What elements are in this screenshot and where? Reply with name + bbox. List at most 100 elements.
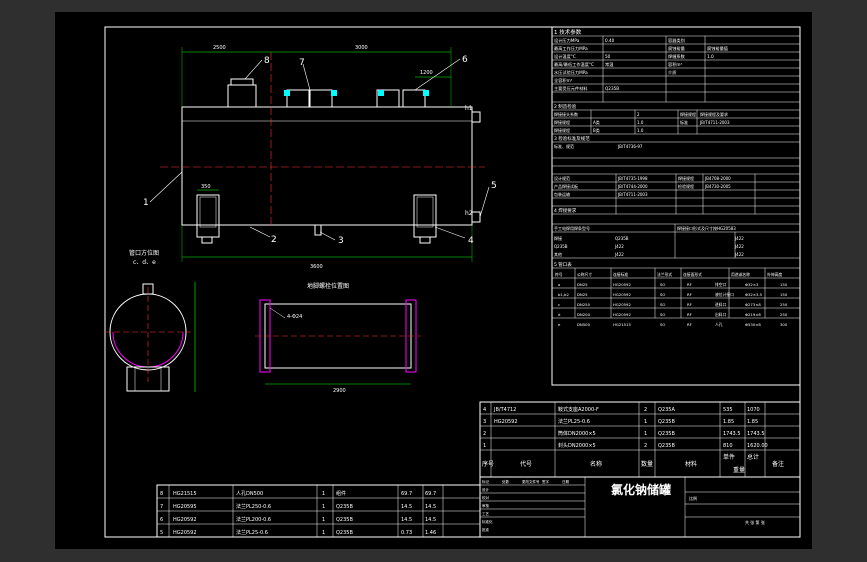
- parts-header-cell: 名称: [590, 460, 602, 468]
- nozzle-cell: a: [558, 282, 560, 287]
- parts-header-cell: 材料: [685, 460, 697, 468]
- part-weight-unit: 535: [723, 407, 733, 413]
- inspect-cell: 焊接规程: [554, 119, 570, 125]
- part-no: 4: [483, 407, 486, 413]
- spec-param-label: 最高工作压力MPa: [554, 45, 588, 52]
- welding-cell: 其他: [554, 251, 562, 257]
- parts-header-cell: 总计: [747, 453, 759, 461]
- part-code: HG20592: [173, 517, 197, 523]
- inspect-cell: 2: [637, 112, 640, 117]
- part-qty: 1: [322, 491, 325, 497]
- part-name: 鞍式支座A2000-F: [558, 406, 599, 413]
- part-name: 筒体DN2000×5: [558, 430, 596, 437]
- parts-header-cell: 代号: [520, 460, 532, 468]
- welding-cell: J422: [734, 244, 744, 249]
- anchor-bolt-layout-view: 地脚螺栓位置图 2900 4-Φ24: [255, 282, 421, 394]
- spec-param-label: 全容积m³: [554, 77, 573, 84]
- spec-param-value: Q235B: [605, 86, 619, 91]
- nozzle-cell: RF: [687, 312, 692, 317]
- title-block-cell: 更改文件号: [522, 479, 540, 484]
- part-no: 7: [160, 504, 163, 510]
- nozzle-cell: RF: [687, 292, 692, 297]
- title-block-cell: 日期: [562, 479, 570, 484]
- welding-cell: J422: [614, 252, 624, 257]
- nozzle-orientation-view: 管口方位图 c、d、e: [105, 249, 196, 392]
- part-weight-unit: 1743.5: [723, 431, 741, 437]
- part-qty: 2: [644, 443, 647, 449]
- nozzle-cell: SO: [660, 322, 665, 327]
- spec-param-label: 容积m³: [668, 61, 682, 68]
- nozzle-cell: 进料口: [715, 302, 727, 307]
- spec-section-3: 3 检验标准及规范: [554, 135, 590, 142]
- inspect-cell: 1.0: [637, 120, 644, 125]
- title-block-cell: 标准化: [482, 519, 493, 524]
- welding-cell: 手工电焊用焊条型号: [554, 225, 590, 231]
- code-cell: 焊接规程: [678, 175, 694, 181]
- nozzle-cell: RF: [687, 322, 692, 327]
- welding-cell: J422: [614, 244, 624, 249]
- parts-header-cell: 数量: [641, 460, 653, 468]
- dim-base-length: 2900: [333, 388, 346, 394]
- welding-cell: Q235B: [554, 244, 568, 249]
- nozzle-header-cell: 符号: [555, 272, 563, 277]
- balloon-4: 4: [468, 236, 474, 246]
- nozzle-cell: DN25: [577, 292, 588, 297]
- part-no: 8: [160, 491, 163, 497]
- nozzle-cell: Φ530×8: [745, 322, 761, 327]
- dim-top-right: 1200: [420, 70, 433, 76]
- main-elevation-view: 2500 3000 1200 3600 350 1 2 3 4 5 6 7 8 …: [143, 45, 497, 270]
- nozzle-cell: Φ273×8: [745, 302, 761, 307]
- nozzle-header-cell: 连接面形式: [683, 272, 702, 277]
- part-weight-unit: 14.5: [401, 504, 412, 510]
- nozzle-cell: c: [558, 302, 560, 307]
- nozzle-header-cell: 用途或名称: [731, 272, 750, 277]
- nozzle-cell: 150: [780, 292, 788, 297]
- nozzle-cell: SO: [660, 282, 665, 287]
- nozzle-cell: DN250: [577, 302, 591, 307]
- balloon-5: 5: [491, 181, 497, 191]
- inspect-cell: A类: [593, 119, 600, 125]
- spec-param-label: 设计压力MPa: [554, 37, 580, 44]
- part-weight-total: 1.85: [747, 419, 758, 425]
- nozzle-header-cell: 连接标准: [613, 272, 628, 277]
- part-name: 法兰PL200-0.6: [236, 516, 271, 523]
- nozzle-cell: HG20592: [613, 282, 631, 287]
- title-sheet-label: 共 张 第 张: [745, 519, 765, 525]
- title-block-cell: 批准: [482, 527, 490, 532]
- spec-param-label: 主要受压元件材料: [554, 85, 588, 92]
- part-no: 1: [483, 443, 486, 449]
- code-cell: JB4730-2005: [704, 184, 731, 189]
- spec-section-5: 5 管口表: [554, 261, 572, 268]
- title-block: 氯化钠储罐: [479, 476, 801, 538]
- nozzle-cell: b1,b2: [558, 292, 569, 297]
- inspect-cell: 标准: [680, 119, 688, 125]
- nozzle-cell: Φ219×6: [745, 312, 761, 317]
- dim-support-left: 350: [201, 184, 211, 190]
- part-weight-unit: 0.73: [401, 530, 412, 536]
- part-material: Q235B: [658, 419, 675, 425]
- drawing-title: 氯化钠储罐: [611, 482, 671, 497]
- nozzle-cell: SO: [660, 292, 665, 297]
- code-cell: JB/T4736-97: [617, 144, 643, 149]
- cad-drawing: 2500 3000 1200 3600 350 1 2 3 4 5 6 7 8 …: [104, 26, 801, 538]
- spec-param-value: 0.40: [605, 38, 615, 43]
- nozzle-cell: 液位计接口: [715, 292, 734, 297]
- level-mark-h1: h1: [465, 105, 473, 112]
- spec-param-value: 1.0: [707, 54, 714, 59]
- spec-section-2: 2 制造检验: [554, 103, 577, 110]
- part-code: HG20595: [173, 504, 197, 510]
- nozzle-cell: 出料口: [715, 312, 727, 317]
- part-qty: 1: [322, 517, 325, 523]
- part-code: HG20592: [173, 530, 197, 536]
- part-weight-total: 69.7: [425, 491, 436, 497]
- dim-top-mid: 3000: [355, 45, 368, 51]
- title-block-cell: 标记: [482, 479, 490, 484]
- nozzle-cell: DN25: [577, 282, 588, 287]
- part-qty: 2: [644, 407, 647, 413]
- part-weight-unit: 1.85: [723, 419, 734, 425]
- inspect-cell: 焊接规程: [554, 127, 570, 133]
- nozzle-cell: 150: [780, 282, 788, 287]
- code-cell: JB/T4744-2000: [617, 184, 648, 189]
- title-block-cell: 设计: [482, 487, 490, 492]
- spec-param-value: 常温: [605, 61, 614, 68]
